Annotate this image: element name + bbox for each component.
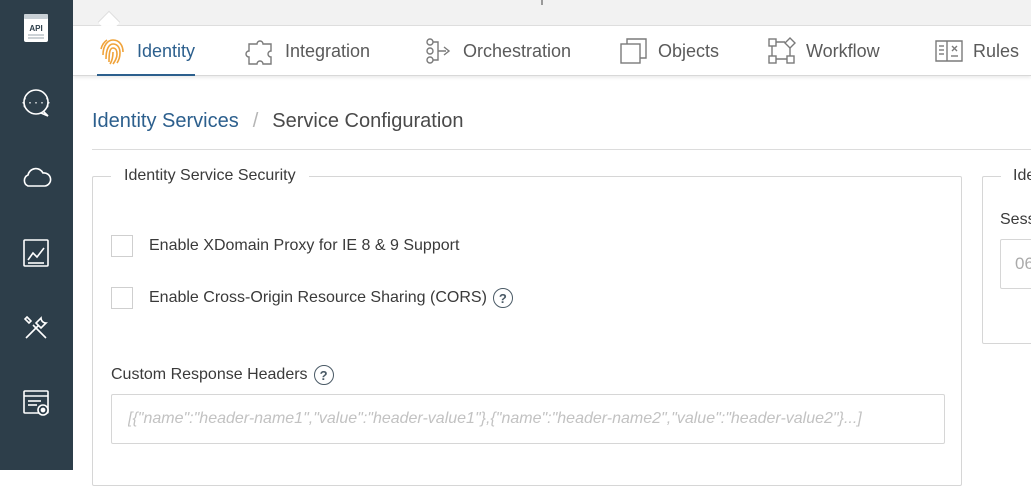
xdomain-proxy-checkbox[interactable] xyxy=(111,235,133,257)
identity-service-security-panel: Identity Service Security Enable XDomain… xyxy=(92,167,962,486)
xdomain-proxy-label: Enable XDomain Proxy for IE 8 & 9 Suppor… xyxy=(149,237,460,254)
tab-bar: Identity Integration Orchestration Objec… xyxy=(73,26,1031,76)
tab-identity-label: Identity xyxy=(137,40,196,61)
tab-workflow[interactable]: Workflow xyxy=(766,26,880,76)
tab-integration-label: Integration xyxy=(285,40,371,61)
breadcrumb-separator: / xyxy=(252,110,259,132)
session-value: 06 xyxy=(1015,254,1031,273)
custom-headers-input[interactable] xyxy=(111,394,945,444)
tab-identity[interactable]: Identity xyxy=(97,26,196,76)
tab-rules-label: Rules xyxy=(973,40,1020,61)
rules-icon xyxy=(935,40,963,62)
title-fragment xyxy=(541,0,543,5)
svg-text:{···}: {···} xyxy=(21,98,51,109)
custom-headers-label: Custom Response Headers xyxy=(111,366,308,383)
tab-workflow-label: Workflow xyxy=(806,40,880,61)
tab-objects[interactable]: Objects xyxy=(618,26,719,76)
side-panel-legend: Ide xyxy=(1001,167,1031,185)
analytics-icon[interactable] xyxy=(14,231,58,275)
fingerprint-icon xyxy=(100,39,124,65)
tab-orchestration-label: Orchestration xyxy=(463,40,572,61)
objects-icon xyxy=(620,38,647,64)
cors-label: Enable Cross-Origin Resource Sharing (CO… xyxy=(149,289,487,306)
identity-side-panel: Ide Sess 06 xyxy=(982,167,1031,344)
xdomain-proxy-row: Enable XDomain Proxy for IE 8 & 9 Suppor… xyxy=(111,235,459,257)
session-input[interactable]: 06 xyxy=(1000,239,1031,289)
cloud-icon[interactable] xyxy=(14,156,58,200)
tab-objects-label: Objects xyxy=(658,40,720,61)
breadcrumb-current: Service Configuration xyxy=(272,110,464,132)
breadcrumb-parent-link[interactable]: Identity Services xyxy=(92,110,239,133)
tools-icon[interactable] xyxy=(14,306,58,350)
panel-legend: Identity Service Security xyxy=(111,167,309,185)
api-icon[interactable]: API xyxy=(14,6,58,50)
tab-orchestration[interactable]: Orchestration xyxy=(423,26,571,76)
tab-rules[interactable]: Rules xyxy=(933,26,1019,76)
tab-integration[interactable]: Integration xyxy=(245,26,370,76)
puzzle-icon xyxy=(245,40,272,65)
breadcrumb-divider xyxy=(92,149,1031,150)
settings-card-icon[interactable] xyxy=(14,381,58,425)
workflow-icon xyxy=(768,37,796,64)
session-label: Sess xyxy=(1000,211,1031,228)
top-strip xyxy=(73,0,1031,34)
cors-checkbox[interactable] xyxy=(111,287,133,309)
cors-help-icon[interactable]: ? xyxy=(492,288,513,308)
breadcrumb: Identity Services / Service Configuratio… xyxy=(92,110,464,133)
custom-headers-label-row: Custom Response Headers ? xyxy=(111,365,334,385)
left-sidebar: API {···} xyxy=(0,0,73,470)
cors-row: Enable Cross-Origin Resource Sharing (CO… xyxy=(111,287,513,309)
chat-icon[interactable]: {···} xyxy=(14,81,58,125)
svg-text:API: API xyxy=(29,24,42,33)
custom-headers-help-icon[interactable]: ? xyxy=(313,365,334,385)
orchestration-icon xyxy=(426,38,451,64)
